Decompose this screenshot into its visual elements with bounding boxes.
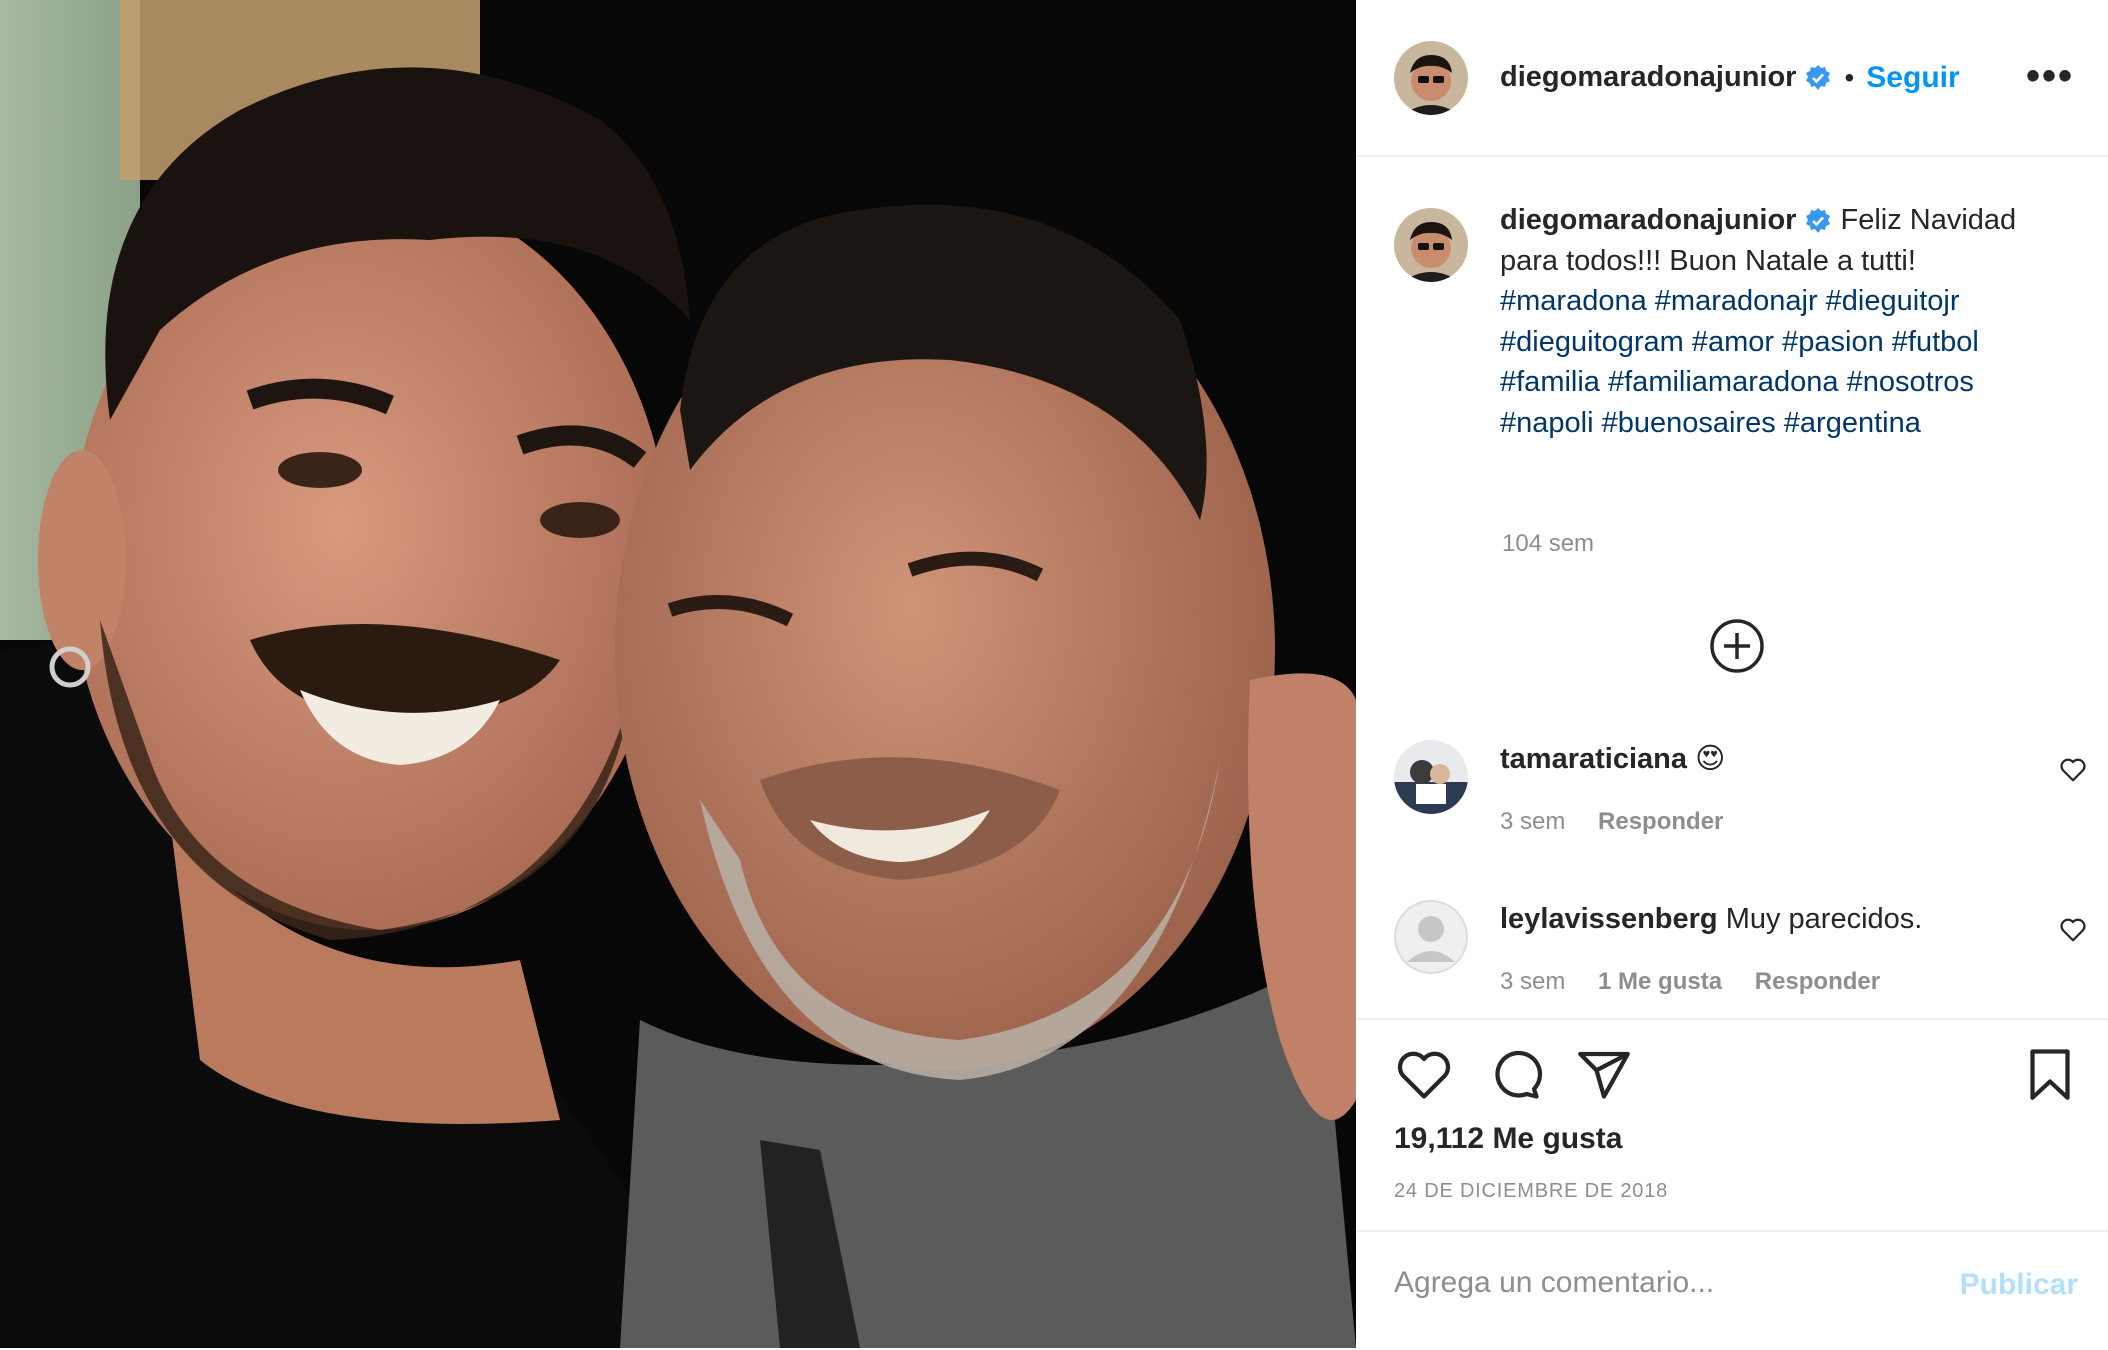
comment-body: leylavissenberg Muy parecidos. 3 sem 1 M… <box>1500 900 1922 996</box>
heart-icon[interactable] <box>1394 1044 1454 1104</box>
heart-icon[interactable] <box>2058 914 2088 944</box>
hashtag-link[interactable]: #familia <box>1500 366 1600 398</box>
comment-item: tamaraticiana 😍 3 sem Responder <box>1394 740 2086 836</box>
comment-likes[interactable]: 1 Me gusta <box>1598 968 1722 995</box>
hashtag-link[interactable]: #maradonajr <box>1655 285 1818 317</box>
comment-item: leylavissenberg Muy parecidos. 3 sem 1 M… <box>1394 900 2086 996</box>
comment-text: 😍 <box>1695 743 1726 775</box>
reply-button[interactable]: Responder <box>1755 968 1880 995</box>
caption-avatar[interactable] <box>1394 208 1468 282</box>
reply-button[interactable]: Responder <box>1598 808 1723 835</box>
hashtag-link[interactable]: #futbol <box>1892 326 1979 358</box>
post-photo[interactable] <box>0 0 1356 1348</box>
hashtag-link[interactable]: #maradona <box>1500 285 1647 317</box>
comment-time: 3 sem <box>1500 808 1566 835</box>
hashtag-link[interactable]: #argentina <box>1784 407 1921 439</box>
comment-text-line: leylavissenberg Muy parecidos. <box>1500 900 1922 938</box>
hashtag-link[interactable]: #pasion <box>1782 326 1884 358</box>
caption-text: diegomaradonajunior Feliz Navidad para to… <box>1500 200 2060 443</box>
caption-timestamp: 104 sem <box>1502 530 1595 557</box>
comment-username[interactable]: tamaraticiana <box>1500 743 1687 775</box>
comment-body: tamaraticiana 😍 3 sem Responder <box>1500 740 1749 836</box>
paper-plane-icon[interactable] <box>1574 1044 1634 1104</box>
comment-input[interactable] <box>1392 1252 1936 1314</box>
hashtag-link[interactable]: #buenosaires <box>1602 407 1776 439</box>
comment-username[interactable]: leylavissenberg <box>1500 903 1718 935</box>
post-date: 24 DE DICIEMBRE DE 2018 <box>1394 1180 1669 1202</box>
action-icons <box>1394 1044 1634 1104</box>
instagram-post: diegomaradonajunior • Seguir ••• diegoma… <box>0 0 2108 1348</box>
comment-text: Muy parecidos. <box>1725 903 1923 935</box>
hashtag-link[interactable]: #familiamaradona <box>1608 366 1839 398</box>
author-username[interactable]: diegomaradonajunior <box>1500 61 1796 94</box>
comment-text-line: tamaraticiana 😍 <box>1500 740 1749 778</box>
more-options-icon[interactable]: ••• <box>2026 56 2074 96</box>
hashtag-link[interactable]: #nosotros <box>1847 366 1974 398</box>
comment-time: 3 sem <box>1500 968 1566 995</box>
verified-badge-icon <box>1806 64 1831 90</box>
follow-button[interactable]: Seguir <box>1866 61 1959 95</box>
post-header: diegomaradonajunior • Seguir ••• <box>1356 0 2108 157</box>
post-caption: diegomaradonajunior Feliz Navidad para to… <box>1394 204 2084 443</box>
comment-meta: 3 sem Responder <box>1500 808 1749 836</box>
author-avatar[interactable] <box>1394 40 1468 115</box>
publish-button[interactable]: Publicar <box>1960 1268 2078 1302</box>
comment-avatar[interactable] <box>1394 740 1468 814</box>
like-count[interactable]: 19,112 Me gusta <box>1394 1122 1622 1156</box>
header-meta: diegomaradonajunior • Seguir <box>1500 61 1960 95</box>
add-comment-bar: Publicar <box>1356 1230 2108 1350</box>
separator-dot: • <box>1844 61 1855 93</box>
caption-username[interactable]: diegomaradonajunior <box>1500 204 1796 236</box>
comment-bubble-icon[interactable] <box>1484 1044 1544 1104</box>
hashtag-list: #maradona #maradonajr #dieguitojr #diegu… <box>1500 285 1979 439</box>
comment-avatar[interactable] <box>1394 900 1468 974</box>
hashtag-link[interactable]: #dieguitojr <box>1826 285 1960 317</box>
hashtag-link[interactable]: #napoli <box>1500 407 1594 439</box>
hashtag-link[interactable]: #amor <box>1692 326 1774 358</box>
selfie-photo-illustration <box>0 0 1356 1348</box>
bookmark-icon[interactable] <box>2020 1044 2080 1104</box>
plus-circle-icon[interactable] <box>1708 617 1766 675</box>
hashtag-link[interactable]: #dieguitogram <box>1500 326 1684 358</box>
comment-meta: 3 sem 1 Me gusta Responder <box>1500 968 1922 996</box>
verified-badge-icon <box>1806 208 1831 234</box>
heart-icon[interactable] <box>2058 754 2088 784</box>
